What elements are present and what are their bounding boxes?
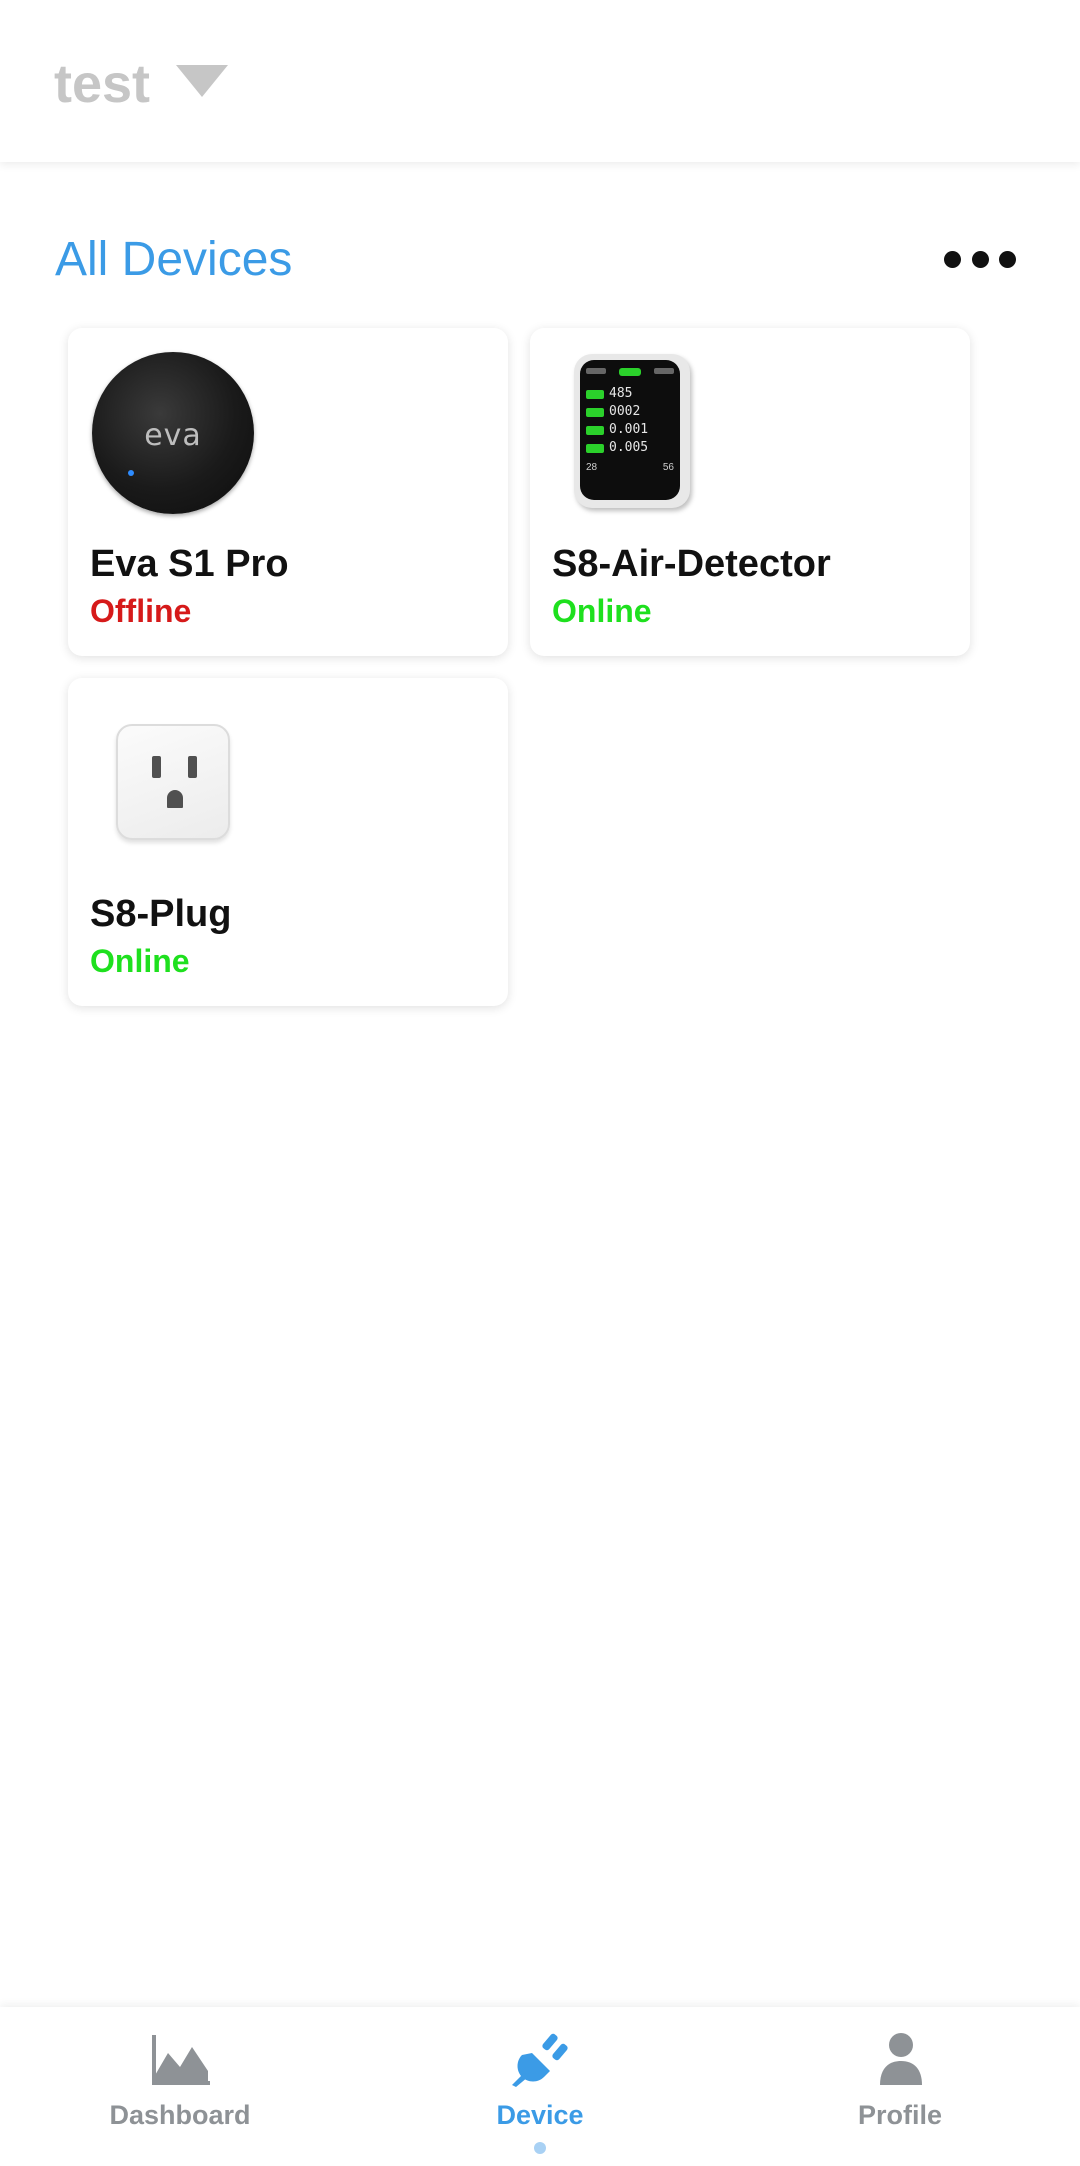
nav-item-dashboard[interactable]: Dashboard bbox=[50, 2007, 310, 2166]
home-selector[interactable]: test bbox=[54, 54, 229, 114]
more-horizontal-icon bbox=[944, 250, 961, 268]
plug-icon bbox=[512, 2033, 568, 2087]
detector-tag bbox=[586, 425, 604, 435]
detector-footer: 28 56 bbox=[586, 462, 674, 473]
detector-value: 0002 bbox=[609, 404, 641, 419]
active-indicator bbox=[534, 2142, 546, 2154]
area-chart-icon bbox=[152, 2035, 210, 2085]
device-name: Eva S1 Pro bbox=[90, 543, 289, 585]
plug-image bbox=[116, 724, 230, 840]
plug-ground bbox=[167, 790, 183, 808]
home-name: test bbox=[54, 54, 151, 114]
detector-top-row bbox=[586, 368, 674, 382]
more-dot bbox=[999, 250, 1016, 268]
detector-indicator bbox=[654, 368, 674, 374]
detector-row: 485 bbox=[586, 386, 674, 402]
nav-label-dashboard: Dashboard bbox=[109, 2100, 251, 2130]
detector-row: 0002 bbox=[586, 404, 674, 420]
plug-slot bbox=[152, 756, 161, 778]
bottom-nav: Dashboard Device Profile bbox=[0, 2007, 1080, 2166]
device-name: S8-Plug bbox=[90, 893, 232, 935]
detector-row: 0.005 bbox=[586, 440, 674, 456]
detector-indicator bbox=[586, 368, 606, 374]
detector-tag bbox=[586, 407, 604, 417]
detector-row: 0.001 bbox=[586, 422, 674, 438]
detector-tag bbox=[586, 443, 604, 453]
detector-screen: 485 0002 0.001 0.005 28 56 bbox=[580, 360, 680, 500]
nav-label-profile: Profile bbox=[857, 2100, 943, 2130]
plug-slot bbox=[188, 756, 197, 778]
eva-puck-image: eva bbox=[92, 352, 254, 514]
device-status: Online bbox=[90, 943, 190, 979]
caret-down-icon bbox=[176, 65, 229, 97]
nav-label-device: Device bbox=[496, 2100, 584, 2130]
detector-tag bbox=[586, 389, 604, 399]
detector-value: 0.005 bbox=[609, 440, 649, 455]
device-name: S8-Air-Detector bbox=[552, 543, 831, 585]
more-dot bbox=[971, 250, 989, 268]
device-card-s8-air-detector[interactable]: 485 0002 0.001 0.005 28 56 S8-Air-Detect… bbox=[530, 328, 970, 656]
section-title: All Devices bbox=[55, 233, 293, 286]
nav-item-device[interactable]: Device bbox=[410, 2007, 670, 2166]
top-bar: test bbox=[0, 0, 1080, 162]
app-root: test All Devices eva Eva S1 Pro Offline bbox=[0, 0, 1080, 2166]
device-status: Online bbox=[552, 593, 652, 629]
person-icon bbox=[880, 2033, 922, 2085]
detector-footer-value: 56 bbox=[662, 462, 674, 473]
detector-footer-value: 28 bbox=[586, 462, 598, 473]
device-status: Offline bbox=[90, 593, 192, 629]
nav-item-profile[interactable]: Profile bbox=[770, 2007, 1030, 2166]
device-card-s8-plug[interactable]: S8-Plug Online bbox=[68, 678, 508, 1006]
detector-value: 485 bbox=[609, 386, 633, 401]
eva-logo: eva bbox=[144, 418, 202, 453]
detector-indicator bbox=[619, 368, 641, 376]
status-led bbox=[128, 470, 134, 476]
more-options-button[interactable] bbox=[944, 236, 1016, 282]
detector-value: 0.001 bbox=[609, 422, 649, 437]
air-detector-image: 485 0002 0.001 0.005 28 56 bbox=[574, 354, 690, 508]
device-card-eva-s1-pro[interactable]: eva Eva S1 Pro Offline bbox=[68, 328, 508, 656]
